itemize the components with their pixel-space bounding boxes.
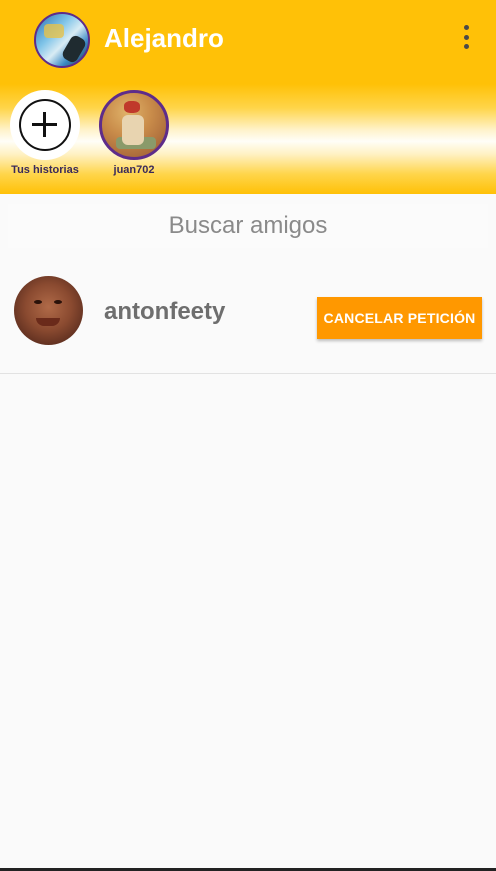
header-title: Alejandro xyxy=(104,23,224,53)
story-avatar[interactable] xyxy=(99,90,169,160)
app-header: Alejandro xyxy=(0,0,496,84)
story-add-own[interactable]: Tus historias xyxy=(0,90,90,176)
cancel-request-button[interactable]: CANCELAR PETICIÓN xyxy=(317,297,482,339)
avatar-image-detail xyxy=(60,33,88,65)
avatar-image-detail xyxy=(34,300,42,304)
menu-dot xyxy=(463,44,469,49)
avatar-image-detail xyxy=(54,300,62,304)
friend-avatar[interactable] xyxy=(14,276,83,345)
menu-dot xyxy=(463,25,469,30)
search-friends-button[interactable]: Buscar amigos xyxy=(8,204,488,248)
story-user-juan702[interactable]: juan702 xyxy=(89,90,179,176)
avatar-image-detail xyxy=(36,318,60,326)
menu-dot xyxy=(463,34,469,40)
avatar-image-detail xyxy=(124,101,140,113)
app-screen: Alejandro Tus historias juan702 Buscar a… xyxy=(0,0,496,871)
profile-avatar[interactable] xyxy=(34,12,90,68)
friend-request-row: antonfeety CANCELAR PETICIÓN xyxy=(0,262,496,374)
story-label: juan702 xyxy=(113,164,155,176)
stories-strip: Tus historias juan702 xyxy=(0,84,496,194)
friend-name: antonfeety xyxy=(104,298,226,325)
more-vert-icon[interactable] xyxy=(452,22,480,52)
avatar-image-detail xyxy=(122,115,144,145)
story-label: Tus historias xyxy=(11,164,79,176)
add-story-circle[interactable] xyxy=(10,90,80,160)
add-circle-icon xyxy=(19,99,71,151)
avatar-image-detail xyxy=(44,24,64,38)
